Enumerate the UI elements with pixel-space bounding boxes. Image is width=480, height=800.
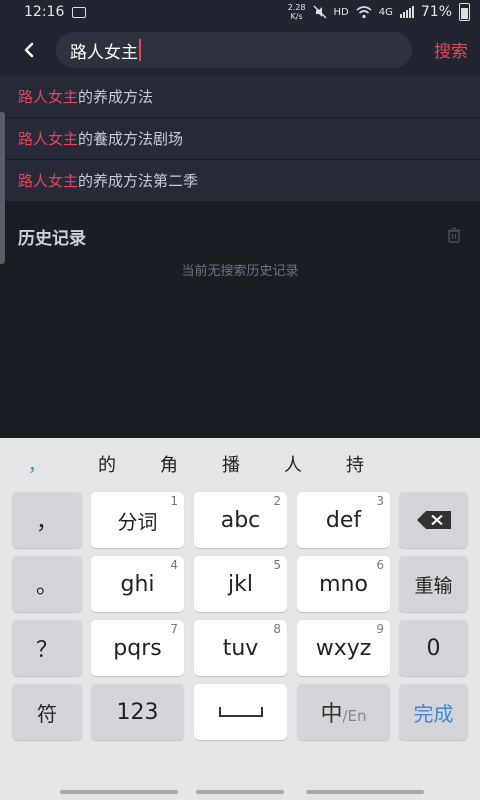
key-number: 6 <box>376 558 384 572</box>
nav-indicator <box>196 790 284 794</box>
key-label: 123 <box>116 699 159 725</box>
nav-indicator <box>306 790 424 794</box>
hd-label: HD <box>333 6 349 18</box>
key-number: 5 <box>273 558 281 572</box>
retype-key[interactable]: 重输 <box>399 556 468 612</box>
net-speed-unit: K/s <box>290 12 303 21</box>
suggestion-list: 路人女主 的养成方法 路人女主 的養成方法剧场 路人女主 的养成方法第二季 <box>0 76 480 202</box>
status-time: 12:16 <box>24 4 65 20</box>
key-label: 0 <box>426 635 441 661</box>
space-key[interactable] <box>194 684 287 740</box>
search-header: 路人女主 搜索 <box>0 24 480 76</box>
text-caret <box>139 39 141 61</box>
key-pqrs[interactable]: pqrs 7 <box>91 620 184 676</box>
status-icons: 2.28 K/s HD 4G 71% <box>288 3 470 21</box>
numbers-key[interactable]: 123 <box>91 684 184 740</box>
nav-indicator <box>60 790 178 794</box>
suggestion-highlight: 路人女主 <box>18 130 79 148</box>
search-button[interactable]: 搜索 <box>434 37 468 62</box>
lang-en: En <box>347 707 367 725</box>
key-number: 2 <box>273 494 281 508</box>
key-label: jkl <box>228 571 253 597</box>
key-number: 7 <box>170 622 178 636</box>
lang-zh: 中 <box>320 702 343 727</box>
key-label: ， <box>35 510 58 535</box>
backspace-key[interactable] <box>399 492 468 548</box>
candidate-word[interactable]: 角 <box>160 451 178 477</box>
history-empty-text: 当前无搜索历史记录 <box>181 264 299 279</box>
key-wxyz[interactable]: wxyz 9 <box>297 620 390 676</box>
key-label: wxyz <box>315 635 372 661</box>
suggestion-item[interactable]: 路人女主 的养成方法 <box>0 76 480 118</box>
suggestion-item[interactable]: 路人女主 的養成方法剧场 <box>0 118 480 160</box>
done-key[interactable]: 完成 <box>399 684 468 740</box>
language-switch-key[interactable]: 中/En <box>297 684 390 740</box>
key-number: 8 <box>273 622 281 636</box>
key-jkl[interactable]: jkl 5 <box>194 556 287 612</box>
search-box[interactable]: 路人女主 <box>56 32 412 68</box>
space-icon <box>218 707 263 717</box>
suggestion-rest: 的養成方法剧场 <box>78 130 184 148</box>
key-label: 符 <box>37 701 57 726</box>
signal-icon <box>399 6 414 18</box>
key-label: mno <box>319 571 368 597</box>
back-button[interactable] <box>14 34 44 66</box>
candidate-word[interactable]: ， <box>28 451 46 477</box>
key-number: 3 <box>376 494 384 508</box>
wifi-icon <box>356 5 372 18</box>
key-question[interactable]: ？ <box>12 620 82 676</box>
key-label: 重输 <box>414 574 453 597</box>
lang-label: 中/En <box>320 696 366 728</box>
gallery-icon <box>72 6 87 18</box>
mute-icon <box>312 5 327 19</box>
key-zero[interactable]: 0 <box>399 620 468 676</box>
key-number: 1 <box>170 494 178 508</box>
key-def[interactable]: def 3 <box>297 492 390 548</box>
key-ghi[interactable]: ghi 4 <box>91 556 184 612</box>
backspace-icon <box>416 511 451 529</box>
key-comma[interactable]: ， <box>12 492 82 548</box>
key-number: 4 <box>170 558 178 572</box>
key-label: 分词 <box>117 509 158 534</box>
key-label: 完成 <box>413 701 454 726</box>
suggestion-item[interactable]: 路人女主 的养成方法第二季 <box>0 160 480 202</box>
key-tuv[interactable]: tuv 8 <box>194 620 287 676</box>
search-input[interactable]: 路人女主 <box>70 38 138 63</box>
symbols-key[interactable]: 符 <box>12 684 82 740</box>
key-number: 9 <box>376 622 384 636</box>
key-fenci[interactable]: 分词 1 <box>91 492 184 548</box>
key-abc[interactable]: abc 2 <box>194 492 287 548</box>
candidate-bar: ， 的 角 播 人 持 <box>0 438 480 490</box>
key-mno[interactable]: mno 6 <box>297 556 390 612</box>
suggestion-rest: 的养成方法 <box>78 88 154 106</box>
history-title: 历史记录 <box>18 229 86 249</box>
net-speed-value: 2.28 <box>287 3 306 12</box>
net-speed: 2.28 K/s <box>288 3 306 21</box>
battery-icon <box>459 3 470 21</box>
candidate-word[interactable]: 持 <box>346 451 364 477</box>
suggestion-highlight: 路人女主 <box>18 172 79 190</box>
candidate-word[interactable]: 播 <box>222 451 240 477</box>
key-label: ghi <box>120 571 155 597</box>
suggestion-highlight: 路人女主 <box>18 88 79 106</box>
key-label: 。 <box>35 574 58 599</box>
key-label: pqrs <box>113 635 162 661</box>
key-label: def <box>325 507 362 533</box>
candidate-word[interactable]: 人 <box>284 451 302 477</box>
key-label: abc <box>220 507 261 533</box>
candidate-word[interactable]: 的 <box>98 451 116 477</box>
suggestion-rest: 的养成方法第二季 <box>78 172 199 190</box>
back-arrow-icon <box>24 42 34 58</box>
key-label: tuv <box>222 635 259 661</box>
net-type: 4G <box>378 6 393 18</box>
ime-keyboard: ， 的 角 播 人 持 ， 分词 1 abc 2 def 3 。 ghi 4 jkl 5 … <box>0 438 480 800</box>
status-bar: 12:16 2.28 K/s HD 4G 71% <box>0 0 480 24</box>
trash-icon[interactable] <box>446 227 462 243</box>
key-label: ？ <box>35 638 58 663</box>
key-period[interactable]: 。 <box>12 556 82 612</box>
battery-percent: 71% <box>420 4 452 20</box>
edge-handle[interactable] <box>0 112 5 264</box>
